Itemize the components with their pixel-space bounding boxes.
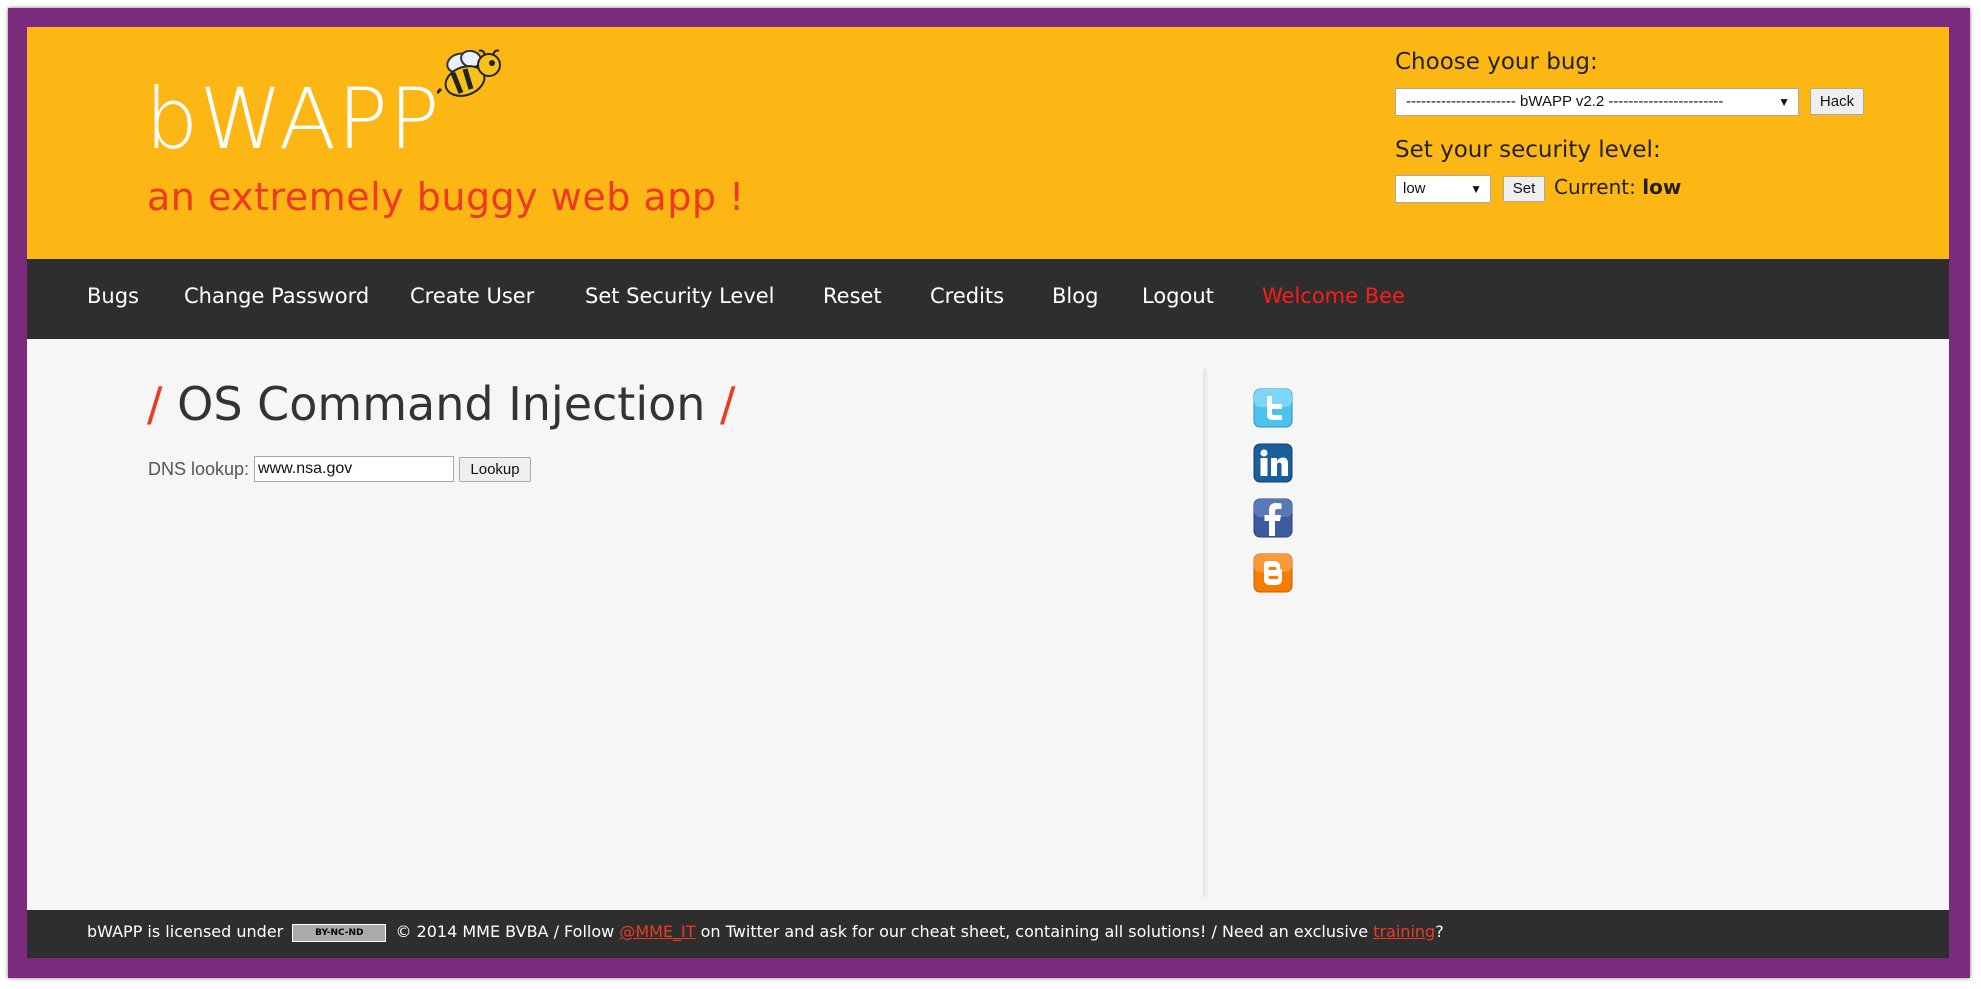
tagline: an extremely buggy web app !: [147, 175, 745, 219]
nav-create-user[interactable]: Create User: [410, 284, 534, 308]
chevron-down-icon: ▼: [1470, 182, 1482, 196]
facebook-icon[interactable]: [1253, 498, 1293, 538]
nav-blog[interactable]: Blog: [1052, 284, 1098, 308]
twitter-link[interactable]: @MME_IT: [619, 922, 695, 941]
sidebar-divider: [1203, 369, 1209, 897]
dns-lookup-input[interactable]: [254, 456, 454, 482]
linkedin-icon[interactable]: [1253, 443, 1293, 483]
header: bWAPP an extremely buggy web app ! Choos…: [27, 27, 1949, 259]
twitter-icon[interactable]: [1253, 388, 1293, 428]
bug-select[interactable]: ---------------------- bWAPP v2.2 ------…: [1395, 88, 1799, 116]
logo-text: bWAPP: [145, 70, 441, 168]
lookup-button[interactable]: Lookup: [459, 457, 531, 482]
current-label: Current:: [1554, 175, 1636, 199]
current-value: low: [1642, 175, 1682, 199]
bee-icon: [437, 49, 501, 97]
cc-license-badge[interactable]: BY-NC-ND: [292, 923, 387, 942]
nav-welcome[interactable]: Welcome Bee: [1262, 284, 1405, 308]
footer-license-text: bWAPP is licensed under: [87, 922, 284, 941]
security-level-select[interactable]: low ▼: [1395, 175, 1491, 203]
set-button[interactable]: Set: [1503, 176, 1545, 202]
blogger-icon[interactable]: [1253, 553, 1293, 593]
footer-text: bWAPP is licensed under BY-NC-ND © 2014 …: [87, 922, 1444, 942]
security-select-value: low: [1403, 180, 1426, 197]
page-title-text: OS Command Injection: [177, 377, 706, 431]
training-link[interactable]: training: [1373, 922, 1435, 941]
nav-reset[interactable]: Reset: [823, 284, 882, 308]
current-security: Current: low: [1554, 175, 1681, 199]
nav-bugs[interactable]: Bugs: [87, 284, 139, 308]
hack-button[interactable]: Hack: [1810, 88, 1864, 115]
title-slash-left: /: [147, 377, 163, 431]
page-title: / OS Command Injection /: [147, 377, 736, 431]
footer: bWAPP is licensed under BY-NC-ND © 2014 …: [27, 910, 1949, 958]
choose-bug-label: Choose your bug:: [1395, 49, 1598, 75]
footer-question-mark: ?: [1435, 922, 1444, 941]
dns-lookup-label: DNS lookup:: [148, 459, 250, 479]
bug-select-value: ---------------------- bWAPP v2.2 ------…: [1406, 93, 1724, 110]
nav-logout[interactable]: Logout: [1142, 284, 1214, 308]
security-level-label: Set your security level:: [1395, 137, 1661, 163]
nav-change-password[interactable]: Change Password: [184, 284, 369, 308]
title-slash-right: /: [720, 377, 736, 431]
footer-copyright: © 2014 MME BVBA / Follow: [395, 922, 615, 941]
page: bWAPP an extremely buggy web app ! Choos…: [27, 27, 1949, 958]
chevron-down-icon: ▼: [1778, 95, 1790, 109]
nav-credits[interactable]: Credits: [930, 284, 1004, 308]
footer-cheatsheet-text: on Twitter and ask for our cheat sheet, …: [700, 922, 1369, 941]
main-nav: Bugs Change Password Create User Set Sec…: [27, 259, 1949, 339]
nav-set-security-level[interactable]: Set Security Level: [585, 284, 775, 308]
